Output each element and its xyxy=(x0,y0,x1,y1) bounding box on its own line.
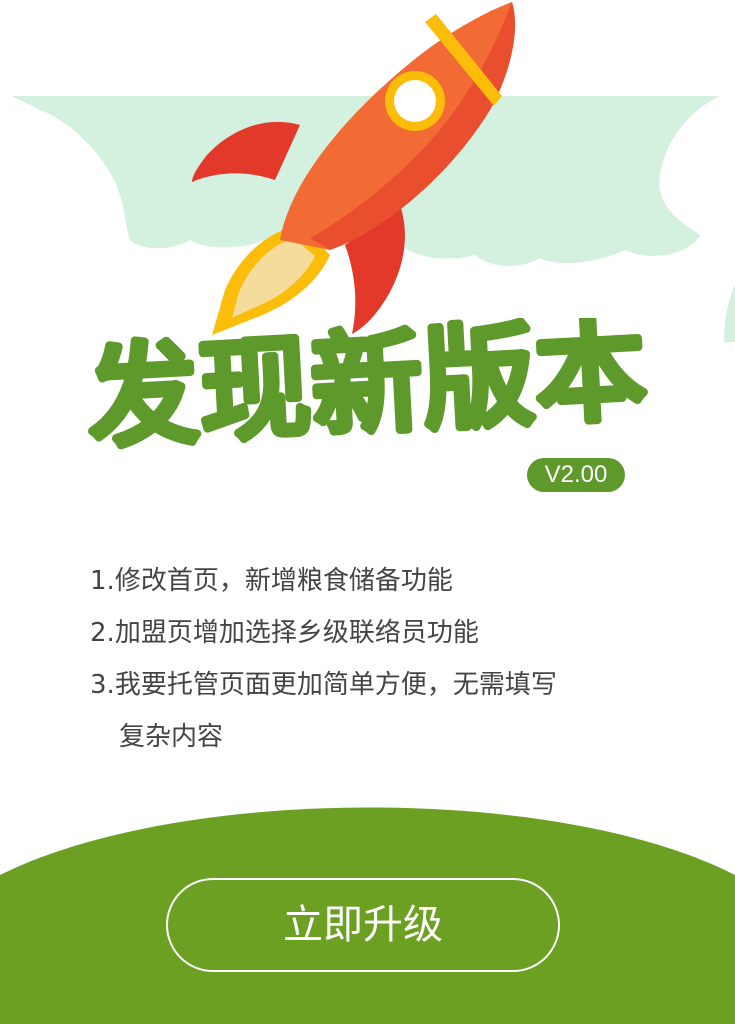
release-note-text: 修改首页，新增粮食储备功能 xyxy=(114,566,453,596)
release-note-item: 3.我要托管页面更加简单方便，无需填写 复杂内容 xyxy=(90,659,690,763)
release-note-item: 1.修改首页，新增粮食储备功能 xyxy=(90,555,690,607)
version-badge: V2.00 xyxy=(527,458,625,492)
release-note-text: 我要托管页面更加简单方便，无需填写 xyxy=(114,670,557,700)
release-note-continuation: 复杂内容 xyxy=(119,722,224,752)
release-note-number: 3. xyxy=(90,670,115,700)
release-note-number: 2. xyxy=(90,618,115,648)
release-note-item: 2.加盟页增加选择乡级联络员功能 xyxy=(90,607,690,659)
upgrade-now-button[interactable]: 立即升级 xyxy=(166,878,560,972)
headline-text: 发现新版本 xyxy=(84,318,650,458)
update-dialog: 发现新版本 V2.00 1.修改首页，新增粮食储备功能 2.加盟页增加选择乡级联… xyxy=(0,0,735,1024)
release-note-text: 加盟页增加选择乡级联络员功能 xyxy=(114,618,479,648)
release-notes: 1.修改首页，新增粮食储备功能 2.加盟页增加选择乡级联络员功能 3.我要托管页… xyxy=(90,555,690,763)
headline: 发现新版本 xyxy=(81,318,652,458)
release-note-number: 1. xyxy=(90,566,115,596)
rocket-illustration xyxy=(12,2,735,342)
